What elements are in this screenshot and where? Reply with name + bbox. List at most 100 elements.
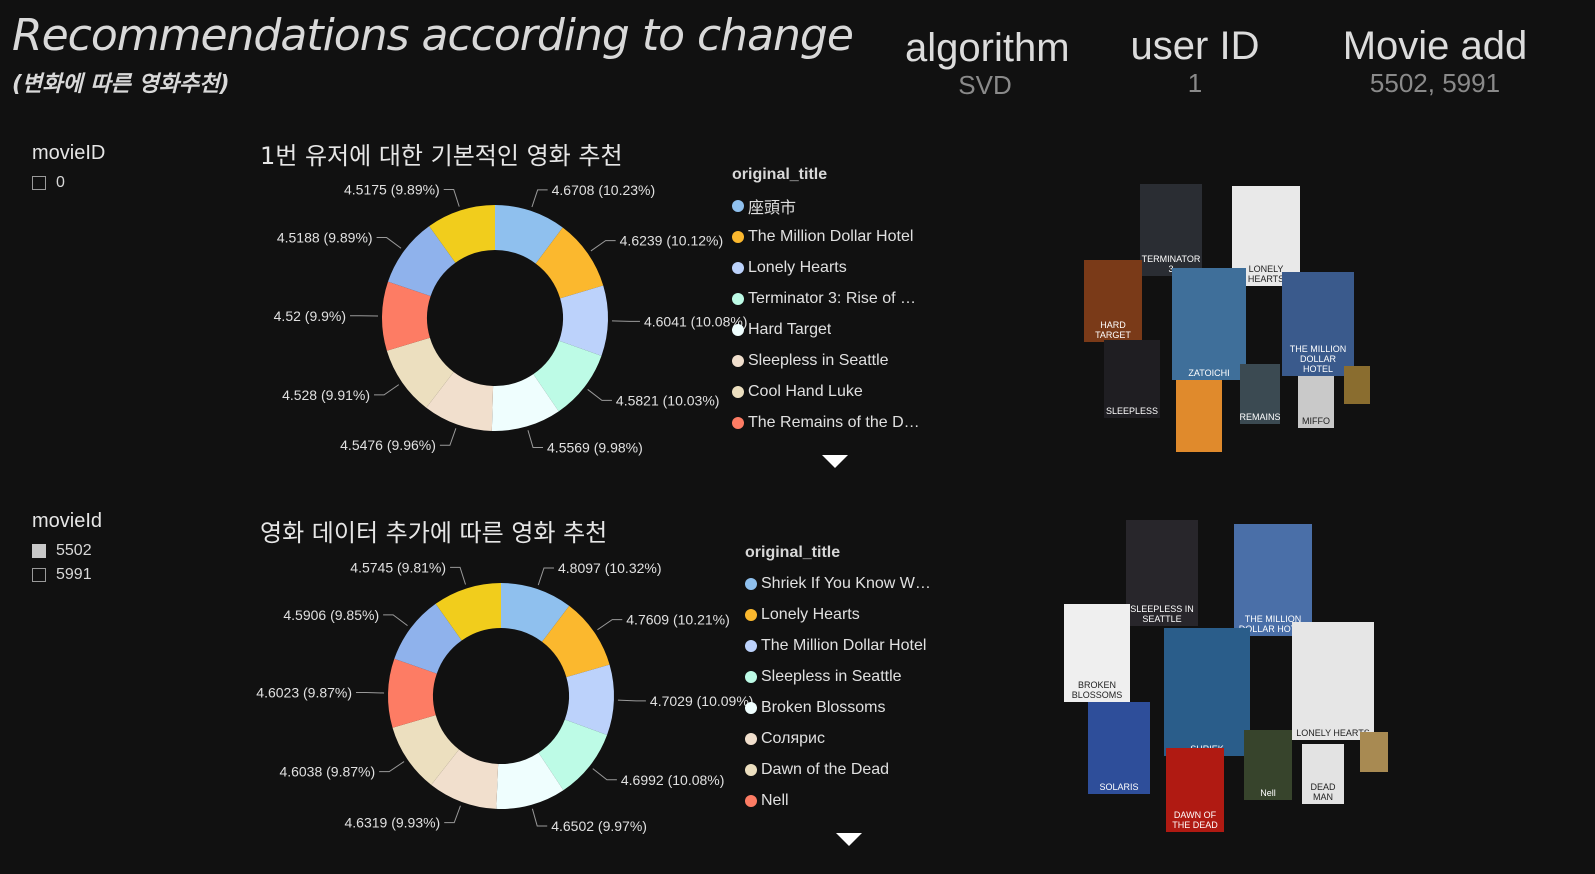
- poster-caption: DAWN OF THE DEAD: [1172, 810, 1218, 830]
- poster-million-dollar-hotel[interactable]: THE MILLION DOLLAR HOTEL: [1282, 272, 1354, 376]
- data-label: 4.8097 (10.32%): [558, 560, 662, 576]
- legend-item[interactable]: Lonely Hearts: [732, 252, 920, 283]
- legend-item[interactable]: 座頭市: [732, 190, 920, 221]
- label-leader-line: [444, 805, 461, 824]
- legend-dot-icon: [732, 230, 744, 243]
- legend-label: Lonely Hearts: [761, 605, 860, 623]
- checkbox[interactable]: [32, 568, 46, 582]
- legend-item[interactable]: Hard Target: [732, 314, 920, 345]
- poster-dead-man[interactable]: DEAD MAN: [1302, 744, 1344, 804]
- legend-dot-icon: [745, 701, 757, 714]
- poster-small[interactable]: [1344, 366, 1370, 404]
- poster-caption: Nell: [1260, 788, 1276, 798]
- poster-million-dollar-hotel[interactable]: THE MILLION DOLLAR HOTEL: [1234, 524, 1312, 636]
- data-label: 4.6992 (10.08%): [621, 772, 725, 788]
- label-leader-line: [383, 614, 408, 627]
- poster-terminator3[interactable]: TERMINATOR 3: [1140, 184, 1202, 276]
- legend-item[interactable]: The Million Dollar Hotel: [745, 630, 931, 661]
- legend-dot-icon: [745, 670, 757, 683]
- legend-item[interactable]: The Million Dollar Hotel: [732, 221, 920, 252]
- poster-caption: [1372, 768, 1376, 772]
- poster-caption: HARD TARGET: [1095, 320, 1131, 340]
- legend-item[interactable]: Sleepless in Seattle: [745, 661, 931, 692]
- label-leader-line: [617, 699, 646, 702]
- legend-item[interactable]: The Remains of the D…: [732, 407, 920, 438]
- checkbox[interactable]: [32, 176, 46, 190]
- donut-chart-bottom[interactable]: 4.8097 (10.32%) 4.7609 (10.21%) 4.7029 (10…: [250, 558, 753, 838]
- chart-title-top: 1번 유저에 대한 기본적인 영화 추천: [260, 142, 623, 170]
- poster-nell[interactable]: Nell: [1244, 730, 1292, 800]
- data-label: 4.5175 (9.89%): [344, 181, 440, 197]
- poster-sleepless[interactable]: SLEEPLESS: [1104, 340, 1160, 418]
- legend-dot-icon: [732, 292, 744, 305]
- label-leader-line: [527, 430, 544, 449]
- poster-caption: [1197, 448, 1201, 452]
- poster-hard-target[interactable]: HARD TARGET: [1084, 260, 1142, 342]
- data-label: 4.7609 (10.21%): [626, 612, 730, 628]
- data-label: 4.52 (9.9%): [274, 308, 346, 324]
- poster-caption: REMAINS: [1240, 412, 1280, 422]
- label-leader-line: [376, 237, 402, 249]
- legend-dot-icon: [745, 577, 757, 590]
- slicer-option-0[interactable]: 0: [32, 171, 105, 195]
- legend-title: original_title: [732, 166, 828, 183]
- legend-bottom: original_title Shriek If You Know W… Lone…: [745, 544, 931, 816]
- legend-item[interactable]: Cool Hand Luke: [732, 376, 920, 407]
- legend-label: The Million Dollar Hotel: [761, 636, 927, 654]
- card-value: 1: [1187, 68, 1203, 98]
- legend-dot-icon: [732, 416, 744, 429]
- label-leader-line: [590, 240, 616, 252]
- poster-caption: MIFFO: [1302, 416, 1330, 426]
- poster-broken-blossoms[interactable]: BROKEN BLOSSOMS: [1064, 604, 1130, 702]
- label-leader-line: [531, 808, 548, 827]
- poster-sleepless[interactable]: SLEEPLESS IN SEATTLE: [1126, 520, 1198, 626]
- poster-shriek[interactable]: SHRIEK: [1164, 628, 1250, 756]
- poster-small[interactable]: [1360, 732, 1388, 772]
- poster-collage-top: TERMINATOR 3 LONELY HEARTS HARD TARGET ZATO…: [1080, 180, 1400, 460]
- card-label: user ID: [1130, 24, 1260, 68]
- data-label: 4.6708 (10.23%): [552, 182, 656, 198]
- poster-solaris[interactable]: SOLARIS: [1088, 702, 1150, 794]
- poster-cool-hand[interactable]: [1176, 380, 1222, 452]
- data-label: 4.5188 (9.89%): [277, 230, 373, 246]
- chart-title-bottom: 영화 데이터 추가에 따른 영화 추천: [260, 519, 608, 547]
- legend-label: Terminator 3: Rise of …: [748, 289, 917, 307]
- slicer-movie-id-bottom: movieId 5502 5991: [32, 510, 102, 587]
- slicer-option-5502[interactable]: 5502: [32, 539, 102, 563]
- poster-miffo[interactable]: MIFFO: [1298, 376, 1334, 428]
- legend-item[interactable]: Sleepless in Seattle: [732, 345, 920, 376]
- donut-chart-top[interactable]: 4.6708 (10.23%)4.6239 (10.12%)4.6041 (10…: [250, 180, 748, 460]
- slicer-option-5991[interactable]: 5991: [32, 563, 102, 587]
- data-label: 4.7029 (10.09%): [650, 693, 754, 709]
- legend-item[interactable]: Lonely Hearts: [745, 599, 931, 630]
- legend-item[interactable]: Terminator 3: Rise of …: [732, 283, 920, 314]
- legend-item[interactable]: Солярис: [745, 723, 931, 754]
- legend-label: Shriek If You Know W…: [761, 574, 931, 592]
- data-label: 4.5821 (10.03%): [616, 392, 720, 408]
- page-title: Recommendations according to change: [12, 10, 854, 61]
- legend-more-arrow-icon[interactable]: [822, 455, 848, 468]
- data-label: 4.6502 (9.97%): [551, 818, 647, 834]
- label-leader-line: [537, 567, 554, 586]
- poster-zatoichi[interactable]: ZATOICHI: [1172, 268, 1246, 380]
- poster-dawn-dead[interactable]: DAWN OF THE DEAD: [1166, 748, 1224, 832]
- legend-dot-icon: [732, 385, 744, 398]
- legend-label: Sleepless in Seattle: [761, 667, 902, 685]
- label-leader-line: [597, 619, 623, 631]
- legend-label: Солярис: [761, 729, 825, 747]
- legend-item[interactable]: Dawn of the Dead: [745, 754, 931, 785]
- label-leader-line: [587, 389, 612, 401]
- slicer-option-label: 0: [56, 174, 65, 191]
- data-label: 4.6239 (10.12%): [620, 233, 724, 249]
- checkbox-checked[interactable]: [32, 544, 46, 558]
- legend-label: Sleepless in Seattle: [748, 351, 889, 369]
- legend-more-arrow-icon[interactable]: [836, 833, 862, 846]
- legend-item[interactable]: Broken Blossoms: [745, 692, 931, 723]
- poster-lonely-hearts[interactable]: LONELY HEARTS: [1292, 622, 1374, 740]
- legend-item[interactable]: Shriek If You Know W…: [745, 568, 931, 599]
- legend-dot-icon: [745, 732, 757, 745]
- data-label: 4.6038 (9.87%): [279, 764, 375, 780]
- legend-item[interactable]: Nell: [745, 785, 931, 816]
- poster-remains[interactable]: REMAINS: [1240, 364, 1280, 424]
- legend-label: 座頭市: [748, 199, 797, 217]
